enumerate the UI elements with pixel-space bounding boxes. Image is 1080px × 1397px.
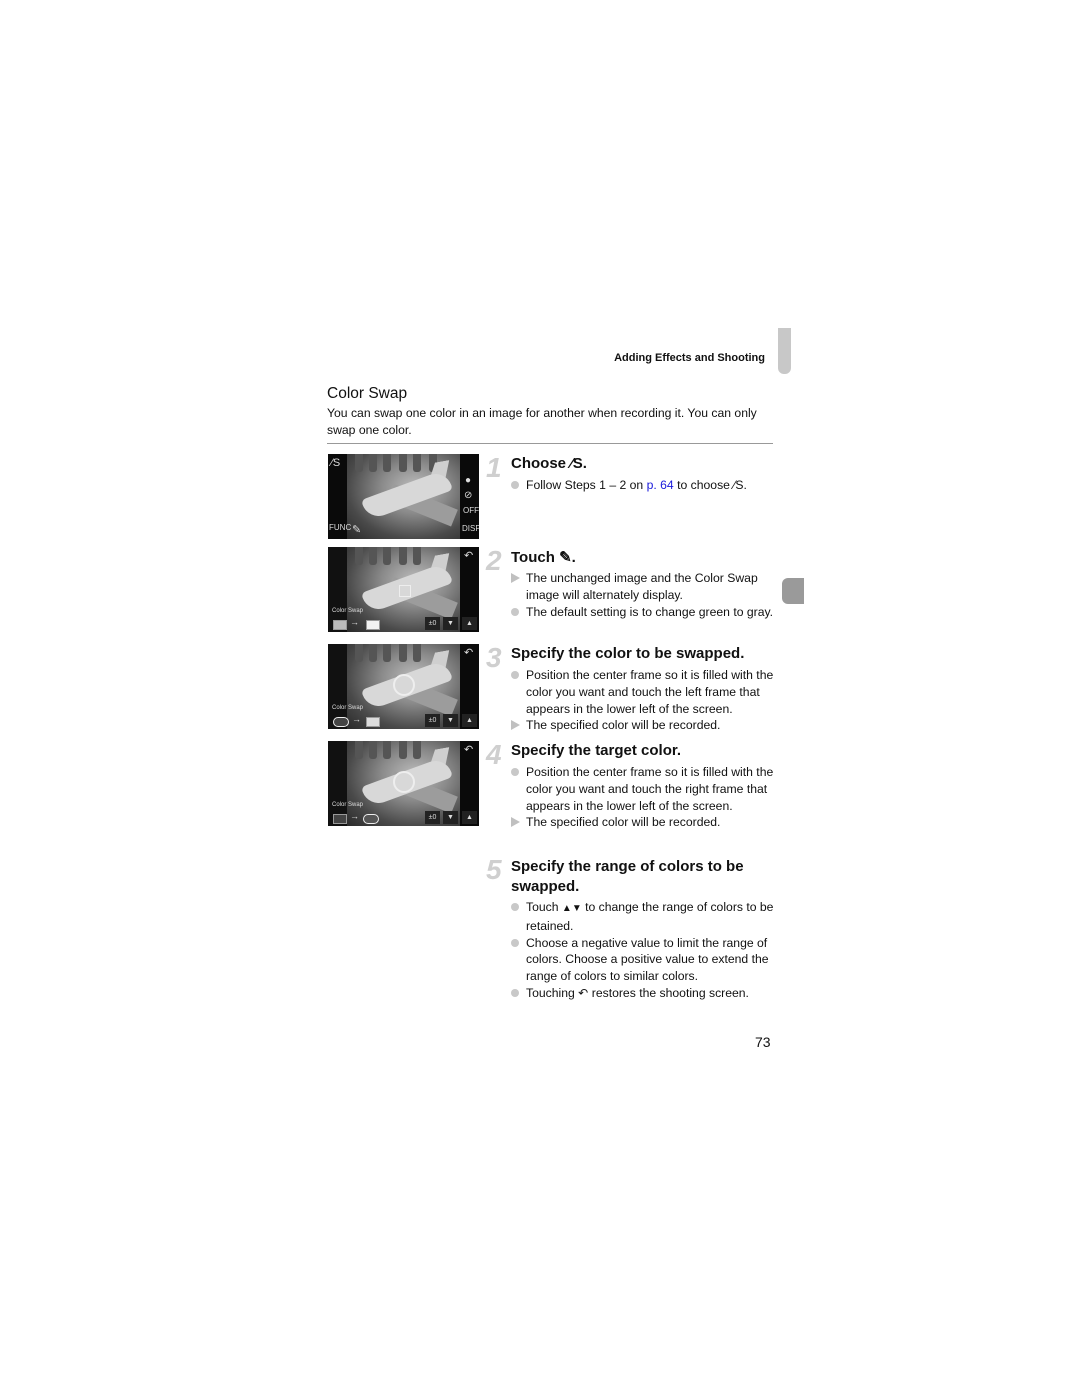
range-value: ±0	[425, 714, 440, 727]
color-swap-label: Color Swap	[332, 802, 364, 808]
divider	[327, 443, 773, 444]
bullet-item: Touch ▲▼ to change the range of colors t…	[511, 899, 781, 935]
step-title: Touch ✎.	[511, 549, 576, 566]
step-title: Specify the color to be swapped.	[511, 645, 745, 662]
range-up-button[interactable]: ▲	[462, 811, 477, 824]
range-up-button[interactable]: ▲	[462, 714, 477, 727]
step-bullets: Position the center frame so it is fille…	[511, 667, 781, 734]
bullet-item: The specified color will be recorded.	[511, 717, 781, 734]
right-panel: ● ⊘ OFF DISP	[460, 454, 479, 539]
arrow-icon: →	[350, 617, 359, 627]
bullet-dot-icon	[511, 988, 519, 997]
result-arrow-icon	[511, 720, 520, 731]
return-icon[interactable]: ↶	[464, 743, 473, 756]
color-swap-mode-icon: ⁄S	[733, 478, 744, 492]
self-timer-off-icon[interactable]: OFF	[463, 506, 479, 515]
bullet-item: The unchanged image and the Color Swap i…	[511, 570, 781, 604]
result-arrow-icon	[511, 817, 520, 828]
color-swap-mode-icon[interactable]: ⁄S	[331, 457, 340, 469]
step-bullets: Follow Steps 1 – 2 on p. 64 to choose ⁄S…	[511, 477, 781, 494]
bullet-dot-icon	[511, 903, 519, 911]
center-frame-highlight	[393, 674, 415, 696]
color-swap-label: Color Swap	[332, 608, 364, 614]
return-icon: ↶	[578, 985, 589, 1000]
func-button[interactable]: FUNC	[329, 523, 351, 532]
range-down-button[interactable]: ▼	[443, 811, 458, 824]
bullet-item: Touching ↶ restores the shooting screen.	[511, 985, 781, 1002]
step-number: 2	[486, 545, 502, 576]
bullet-dot-icon	[511, 481, 519, 489]
bullet-item: Follow Steps 1 – 2 on p. 64 to choose ⁄S…	[511, 477, 781, 494]
source-color-frame[interactable]	[333, 814, 347, 824]
step-title: Choose ⁄S.	[511, 455, 587, 472]
running-head: Adding Effects and Shooting	[614, 352, 765, 364]
eyedropper-icon[interactable]: ✎	[352, 523, 361, 536]
arrow-icon: →	[350, 811, 359, 821]
target-color-frame[interactable]	[366, 620, 380, 630]
target-color-frame[interactable]	[366, 717, 380, 727]
bullet-dot-icon	[511, 768, 519, 776]
camera-screen-2: ↶ Color Swap → ±0 ▼ ▲	[328, 547, 479, 632]
bullet-item: Choose a negative value to limit the ran…	[511, 935, 781, 985]
camera-screen-3: ↶ Color Swap → ±0 ▼ ▲	[328, 644, 479, 729]
up-down-arrows-icon: ▲▼	[561, 903, 582, 914]
arrow-icon: →	[352, 714, 361, 724]
step-title: Specify the target color.	[511, 742, 682, 759]
bullet-dot-icon	[511, 938, 519, 947]
flash-off-icon[interactable]: ⊘	[464, 490, 472, 501]
record-icon[interactable]: ●	[465, 475, 471, 486]
eyedropper-icon: ✎	[559, 549, 572, 566]
center-frame-highlight	[393, 771, 415, 793]
source-color-frame[interactable]	[333, 717, 349, 727]
step-bullets: Position the center frame so it is fille…	[511, 764, 781, 831]
step-number: 1	[486, 452, 502, 483]
center-frame	[399, 585, 411, 597]
step-number: 5	[486, 854, 502, 885]
disp-button[interactable]: DISP	[462, 524, 479, 533]
bullet-item: The default setting is to change green t…	[511, 604, 781, 621]
section-intro: You can swap one color in an image for a…	[327, 406, 757, 437]
bullet-item: Position the center frame so it is fille…	[511, 667, 781, 717]
color-swap-mode-icon: ⁄S	[570, 455, 583, 472]
page-number: 73	[755, 1034, 771, 1050]
range-value: ±0	[425, 811, 440, 824]
source-color-frame[interactable]	[333, 620, 347, 630]
chapter-tab	[778, 328, 791, 374]
side-thumb-tab	[782, 578, 804, 604]
bullet-dot-icon	[511, 671, 519, 679]
step-number: 4	[486, 739, 502, 770]
step-bullets: The unchanged image and the Color Swap i…	[511, 570, 781, 620]
range-down-button[interactable]: ▼	[443, 714, 458, 727]
step-bullets: Touch ▲▼ to change the range of colors t…	[511, 899, 781, 1002]
return-icon[interactable]: ↶	[464, 646, 473, 659]
return-icon[interactable]: ↶	[464, 549, 473, 562]
range-down-button[interactable]: ▼	[443, 617, 458, 630]
page-link[interactable]: p. 64	[647, 478, 674, 492]
photo-preview	[347, 454, 460, 539]
color-swap-label: Color Swap	[332, 705, 364, 711]
camera-screen-1: ⁄S FUNC ● ⊘ OFF DISP ✎	[328, 454, 479, 539]
camera-screen-4: ↶ Color Swap → ±0 ▼ ▲	[328, 741, 479, 826]
bullet-dot-icon	[511, 607, 519, 616]
step-number: 3	[486, 642, 502, 673]
step-title: Specify the range of colors to be swappe…	[511, 858, 744, 895]
range-value: ±0	[425, 617, 440, 630]
section-title: Color Swap	[327, 385, 408, 402]
range-up-button[interactable]: ▲	[462, 617, 477, 630]
target-color-frame[interactable]	[363, 814, 379, 824]
left-panel: ⁄S FUNC	[328, 454, 351, 539]
bullet-item: Position the center frame so it is fille…	[511, 764, 781, 814]
bullet-item: The specified color will be recorded.	[511, 814, 781, 831]
result-arrow-icon	[511, 573, 520, 583]
